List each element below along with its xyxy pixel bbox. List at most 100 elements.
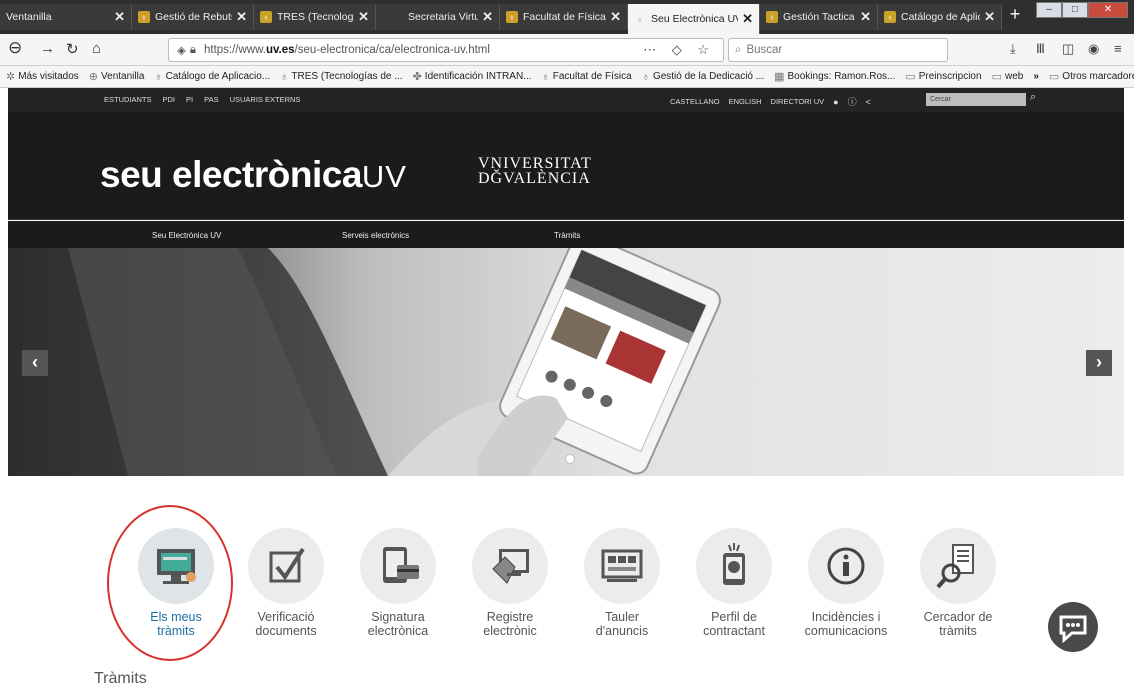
tab-gestio-rebuts[interactable]: ♁ Gestió de Rebuts ✕ (132, 4, 254, 30)
bookmark-label: Más visitados (18, 71, 79, 82)
service-tauler-anuncis[interactable]: Tauler d'anuncis (572, 528, 672, 638)
tab-seu-electronica[interactable]: ♁ Seu Electrònica UV ✕ (628, 4, 760, 34)
bookmarks-overflow-icon[interactable]: » (1033, 71, 1039, 82)
new-tab-button[interactable]: + (1004, 4, 1026, 25)
link-pas[interactable]: PAS (204, 95, 218, 104)
service-label: Registre electrònic (460, 610, 560, 638)
lock-icon[interactable]: 🔒︎ (190, 44, 196, 57)
tab-catalogo-aplicaciones[interactable]: ♁ Catálogo de Aplic… ✕ (878, 4, 1002, 30)
shield-icon[interactable]: ◈ (177, 43, 186, 57)
service-label-line: tràmits (157, 624, 195, 638)
tab-title: Gestión Tactica (783, 11, 855, 23)
url-bar[interactable]: ◈ 🔒︎ https://www. uv.es/seu-electronica/c… (168, 38, 724, 62)
bookmark-tres[interactable]: ♁ TRES (Tecnologías de ... (280, 71, 402, 83)
forward-icon[interactable]: → (40, 40, 55, 57)
tab-facultat-fisica[interactable]: ♁ Facultat de Física ✕ (500, 4, 628, 30)
bookmark-label: web (1004, 71, 1024, 82)
search-icon: ⌕ (735, 43, 742, 56)
tab-ventanilla[interactable]: Ventanilla ✕ (0, 4, 132, 30)
service-registre-electronic[interactable]: Registre electrònic (460, 528, 560, 638)
download-icon[interactable]: ⤓ (1010, 41, 1016, 57)
close-icon[interactable]: ✕ (610, 9, 621, 25)
bookmark-catalogo[interactable]: ♁ Catálogo de Aplicacio... (154, 71, 270, 83)
close-window-button[interactable]: ✕ (1088, 2, 1128, 18)
link-pdi[interactable]: PDI (163, 95, 176, 104)
back-icon[interactable]: ⊖ (8, 38, 22, 58)
noticeboard-icon (584, 528, 660, 604)
seu-electronica-logo[interactable]: seu electrònicaUV (100, 154, 407, 196)
favicon-icon: ♁ (641, 70, 650, 83)
library-icon[interactable]: Ⅲ (1036, 41, 1045, 57)
minimize-button[interactable]: – (1036, 2, 1062, 18)
page-actions-icon[interactable]: ⋯ ◇ ☆ (643, 42, 715, 58)
link-estudiants[interactable]: ESTUDIANTS (104, 95, 152, 104)
puzzle-icon: ✤ (412, 71, 422, 83)
folder-icon: ▭ (991, 71, 1002, 83)
close-icon[interactable]: ✕ (860, 9, 871, 25)
carousel-dot[interactable] (565, 454, 575, 464)
menu-tramits[interactable]: Tràmits (554, 231, 580, 240)
carousel-prev-button[interactable]: ‹ (22, 350, 48, 376)
site-header: seu electrònicaUV VNIVERSITAT DĞVALÈNCIA (8, 112, 1124, 220)
bookmark-web[interactable]: ▭ web (992, 70, 1024, 83)
bookmark-label: Identificación INTRAN... (424, 71, 532, 82)
tab-title: Catálogo de Aplic… (901, 11, 980, 23)
close-icon[interactable]: ✕ (482, 9, 493, 25)
sidebar-icon[interactable]: ◫ (1062, 41, 1074, 57)
close-icon[interactable]: ✕ (742, 11, 753, 27)
tab-tres[interactable]: ♁ TRES (Tecnologia… ✕ (254, 4, 376, 30)
close-icon[interactable]: ✕ (984, 9, 995, 25)
bookmark-otros-marcadores[interactable]: ▭Otros marcadores (1049, 70, 1134, 83)
link-castellano[interactable]: CASTELLANO (670, 97, 720, 106)
bookmark-preinscripcion[interactable]: ▭ Preinscripcion (905, 70, 981, 83)
menu-icon[interactable]: ≡ (1114, 41, 1122, 56)
service-label-line: tràmits (939, 624, 977, 638)
service-label-line: Perfil de (711, 610, 757, 624)
hero-carousel: ‹ › (8, 248, 1124, 476)
service-els-meus-tramits[interactable]: Els meus tràmits (126, 528, 226, 638)
close-icon[interactable]: ✕ (358, 9, 369, 25)
bookmark-label: Ventanilla (101, 71, 145, 82)
service-label-line: d'anuncis (595, 624, 649, 638)
service-cercador-tramits[interactable]: Cercador de tràmits (908, 528, 1008, 638)
bookmark-intranet[interactable]: ✤ Identificación INTRAN... (413, 70, 532, 83)
search-icon[interactable]: ⌕ (1030, 91, 1036, 104)
account-icon[interactable]: ◉ (1088, 41, 1099, 57)
chat-button[interactable] (1048, 602, 1098, 652)
link-pi[interactable]: PI (186, 95, 193, 104)
close-icon[interactable]: ✕ (114, 9, 125, 25)
bookmarks-toolbar: ✲ Más visitados ⊕ Ventanilla ♁ Catálogo de … (0, 66, 1134, 88)
favicon-icon: ♁ (884, 11, 896, 23)
service-signatura-electronica[interactable]: Signatura electrònica (348, 528, 448, 638)
user-icon[interactable]: ● (833, 97, 838, 107)
universitat-valencia-logo[interactable]: VNIVERSITAT DĞVALÈNCIA (478, 156, 592, 187)
service-incidencies-comunicacions[interactable]: Incidències i comunicacions (796, 528, 896, 638)
service-perfil-contractant[interactable]: Perfil de contractant (684, 528, 784, 638)
info-icon (808, 528, 884, 604)
link-usuaris-externs[interactable]: USUARIS EXTERNS (230, 95, 301, 104)
link-directori-uv[interactable]: DIRECTORI UV (771, 97, 825, 106)
reload-icon[interactable]: ↻ (66, 40, 79, 58)
bookmark-facultat-fisica[interactable]: ♁ Facultat de Física (542, 71, 632, 83)
site-search-input[interactable]: Cercar (926, 93, 1026, 106)
menu-serveis-electronics[interactable]: Serveis electrònics (342, 231, 409, 240)
tab-gestion-tactica[interactable]: ♁ Gestión Tactica ✕ (760, 4, 878, 30)
site-top-bar: ESTUDIANTS PDI PI PAS USUARIS EXTERNS CA… (8, 88, 1124, 112)
close-icon[interactable]: ✕ (236, 9, 247, 25)
bookmark-mas-visitados[interactable]: ✲ Más visitados (6, 70, 79, 83)
maximize-button[interactable]: □ (1062, 2, 1088, 18)
home-icon[interactable]: ⌂ (92, 40, 101, 57)
bookmark-gestio-dedicacio[interactable]: ♁ Gestió de la Dedicació ... (642, 71, 764, 83)
carousel-next-button[interactable]: › (1086, 350, 1112, 376)
bookmark-bookings[interactable]: ▦ Bookings: Ramon.Ros... (774, 70, 895, 83)
info-icon[interactable]: ⓘ (848, 95, 857, 108)
browser-search-input[interactable]: ⌕ Buscar (728, 38, 948, 62)
bookmark-ventanilla[interactable]: ⊕ Ventanilla (89, 70, 145, 83)
link-english[interactable]: ENGLISH (729, 97, 762, 106)
favicon-icon: ♁ (154, 70, 163, 83)
share-icon[interactable]: < (866, 97, 871, 107)
tab-secretaria-virtual[interactable]: Secretaria Virtual ✕ (376, 4, 500, 30)
search-document-icon (920, 528, 996, 604)
service-verificacio-documents[interactable]: Verificació documents (236, 528, 336, 638)
menu-seu-electronica[interactable]: Seu Electrònica UV (152, 231, 221, 240)
